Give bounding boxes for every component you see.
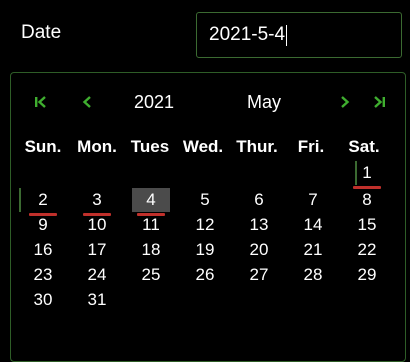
calendar-month[interactable]: May bbox=[247, 91, 281, 113]
calendar-day-number: 13 bbox=[249, 215, 269, 234]
date-input[interactable]: 2021-5-4 bbox=[196, 12, 402, 58]
calendar-day[interactable]: 12 bbox=[186, 213, 224, 237]
weekday-thu: Thur. bbox=[236, 137, 278, 156]
calendar-day-number: 26 bbox=[195, 265, 215, 284]
calendar-day-number: 23 bbox=[33, 265, 53, 284]
calendar-day-number: 28 bbox=[303, 265, 323, 284]
calendar-day-number: 9 bbox=[38, 215, 48, 234]
weekday-mon: Mon. bbox=[77, 137, 117, 156]
calendar-day-number: 12 bbox=[195, 215, 215, 234]
calendar-day-number: 4 bbox=[146, 190, 156, 209]
calendar-day[interactable]: 8 bbox=[348, 188, 386, 212]
calendar-day-selected[interactable]: 4 bbox=[132, 188, 170, 216]
calendar-day-number: 1 bbox=[362, 163, 372, 182]
calendar-day-number: 25 bbox=[141, 265, 161, 284]
week-focus-marker bbox=[19, 188, 21, 212]
calendar-day[interactable]: 20 bbox=[240, 238, 278, 262]
chevron-left-icon bbox=[82, 96, 91, 108]
calendar-day-number: 19 bbox=[195, 240, 215, 259]
calendar-header: 2021 May bbox=[11, 91, 405, 113]
week-focus-marker bbox=[355, 161, 357, 185]
calendar-day[interactable]: 28 bbox=[294, 263, 332, 287]
calendar-day-number: 8 bbox=[362, 190, 372, 209]
calendar-day-number: 3 bbox=[92, 190, 102, 209]
calendar-day-number: 22 bbox=[357, 240, 377, 259]
text-caret bbox=[286, 24, 288, 46]
weekday-wed: Wed. bbox=[182, 137, 224, 156]
next-month-button[interactable] bbox=[335, 91, 355, 113]
calendar-day-number: 6 bbox=[254, 190, 264, 209]
weekday-tue: Tues bbox=[130, 137, 170, 156]
calendar-day[interactable]: 3 bbox=[78, 188, 116, 216]
calendar-day[interactable]: 19 bbox=[186, 238, 224, 262]
calendar-day-number: 15 bbox=[357, 215, 377, 234]
calendar-day[interactable]: 29 bbox=[348, 263, 386, 287]
calendar-day[interactable]: 21 bbox=[294, 238, 332, 262]
double-chevron-left-icon bbox=[35, 96, 46, 108]
calendar-day[interactable]: 1 bbox=[348, 161, 386, 189]
calendar-day[interactable]: 6 bbox=[240, 188, 278, 212]
calendar-day-number: 5 bbox=[200, 190, 210, 209]
calendar-year[interactable]: 2021 bbox=[134, 91, 174, 113]
calendar-day[interactable]: 18 bbox=[132, 238, 170, 262]
calendar-day[interactable]: 23 bbox=[24, 263, 62, 287]
weekday-sun: Sun. bbox=[24, 137, 62, 156]
calendar-day-number: 24 bbox=[87, 265, 107, 284]
date-input-value: 2021-5-4 bbox=[209, 24, 286, 45]
date-label: Date bbox=[21, 22, 62, 43]
calendar-day[interactable]: 13 bbox=[240, 213, 278, 237]
calendar-day[interactable]: 25 bbox=[132, 263, 170, 287]
calendar-day[interactable]: 26 bbox=[186, 263, 224, 287]
calendar-day[interactable]: 9 bbox=[24, 213, 62, 237]
first-year-button[interactable] bbox=[31, 91, 51, 113]
calendar-day-number: 2 bbox=[38, 190, 48, 209]
calendar-day-number: 29 bbox=[357, 265, 377, 284]
calendar-day-number: 20 bbox=[249, 240, 269, 259]
calendar-day-number: 14 bbox=[303, 215, 323, 234]
calendar-day[interactable]: 2 bbox=[24, 188, 62, 216]
calendar-day[interactable]: 5 bbox=[186, 188, 224, 212]
calendar-day-number: 11 bbox=[142, 215, 160, 234]
weekday-header-row: Sun. Mon. Tues Wed. Thur. Fri. Sat. bbox=[11, 136, 405, 158]
calendar-day[interactable]: 17 bbox=[78, 238, 116, 262]
chevron-right-icon bbox=[341, 96, 350, 108]
date-picker-popup: 2021 May Sun. Mon. Tues Wed. Thur. Fri. … bbox=[10, 72, 406, 362]
calendar-day-number: 16 bbox=[33, 240, 53, 259]
calendar-day-number: 10 bbox=[87, 215, 107, 234]
calendar-day[interactable]: 15 bbox=[348, 213, 386, 237]
calendar-day-number: 7 bbox=[308, 190, 318, 209]
calendar-day-number: 30 bbox=[33, 290, 53, 309]
calendar-day-number: 27 bbox=[249, 265, 269, 284]
calendar-day-number: 18 bbox=[141, 240, 161, 259]
weekday-fri: Fri. bbox=[297, 137, 325, 156]
calendar-day-number: 31 bbox=[87, 290, 107, 309]
calendar-day[interactable]: 30 bbox=[24, 288, 62, 312]
calendar-day[interactable]: 14 bbox=[294, 213, 332, 237]
calendar-day[interactable]: 16 bbox=[24, 238, 62, 262]
prev-month-button[interactable] bbox=[77, 91, 97, 113]
double-chevron-right-icon bbox=[374, 96, 385, 108]
calendar-day[interactable]: 24 bbox=[78, 263, 116, 287]
calendar-day[interactable]: 11 bbox=[132, 213, 170, 237]
calendar-day[interactable]: 27 bbox=[240, 263, 278, 287]
calendar-day[interactable]: 31 bbox=[78, 288, 116, 312]
last-year-button[interactable] bbox=[369, 91, 389, 113]
calendar-day-number: 17 bbox=[87, 240, 107, 259]
calendar-day[interactable]: 7 bbox=[294, 188, 332, 212]
calendar-day-number: 21 bbox=[303, 240, 323, 259]
calendar-day[interactable]: 10 bbox=[78, 213, 116, 237]
calendar-day[interactable]: 22 bbox=[348, 238, 386, 262]
weekday-sat: Sat. bbox=[348, 137, 380, 156]
